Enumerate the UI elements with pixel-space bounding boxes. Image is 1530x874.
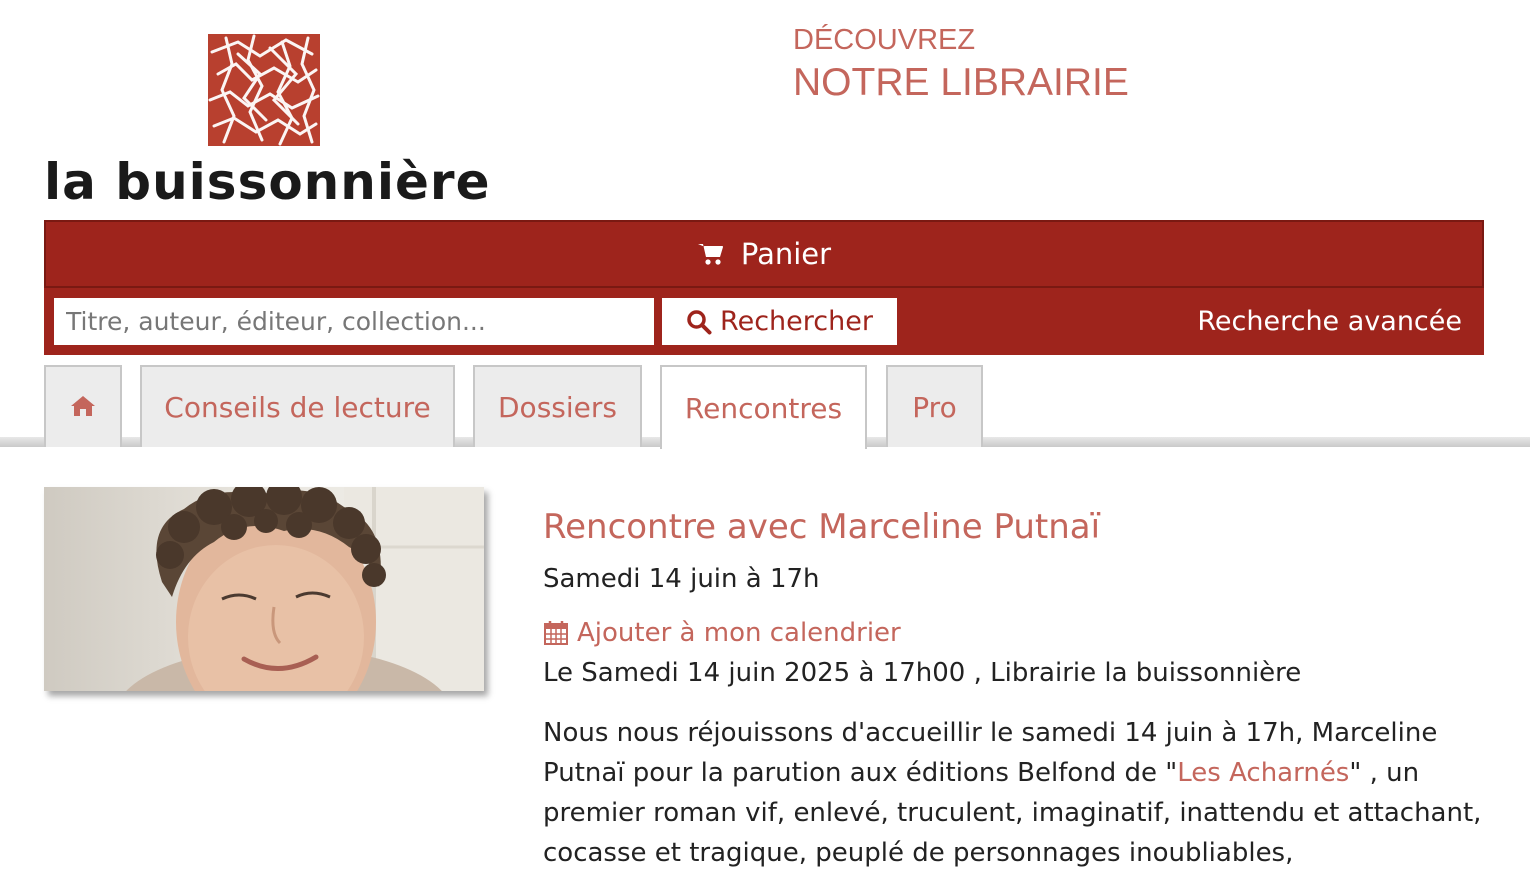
- add-to-calendar-link[interactable]: Ajouter à mon calendrier: [543, 615, 1493, 651]
- search-bar: Rechercher Recherche avancée: [44, 288, 1484, 355]
- tab-label: Dossiers: [498, 390, 617, 424]
- event-description: Nous nous réjouissons d'accueillir le sa…: [543, 713, 1493, 873]
- search-button[interactable]: Rechercher: [662, 298, 897, 345]
- tab-label: Conseils de lecture: [164, 390, 431, 424]
- tab-home[interactable]: [44, 365, 122, 447]
- shopping-cart-icon: [697, 242, 725, 266]
- discover-label: DÉCOUVREZ: [793, 24, 976, 56]
- tab-label: Pro: [912, 390, 957, 424]
- discover-library-link[interactable]: DÉCOUVREZ NOTRE LIBRAIRIE: [793, 22, 1129, 108]
- event-content: Rencontre avec Marceline Putnaï Samedi 1…: [543, 505, 1493, 873]
- advanced-search-link[interactable]: Recherche avancée: [1197, 302, 1462, 342]
- tab-label: Rencontres: [684, 391, 843, 425]
- our-library-label: NOTRE LIBRAIRIE: [793, 61, 1129, 104]
- brand-logo[interactable]: la buissonnière: [44, 30, 494, 211]
- event-title: Rencontre avec Marceline Putnaï: [543, 507, 1101, 547]
- search-button-label: Rechercher: [720, 306, 873, 337]
- author-photo: [44, 487, 484, 691]
- tab-dossiers[interactable]: Dossiers: [473, 365, 642, 447]
- search-input[interactable]: [54, 298, 654, 345]
- event-date: Samedi 14 juin à 17h: [543, 564, 820, 594]
- tab-conseils-de-lecture[interactable]: Conseils de lecture: [140, 365, 455, 447]
- brand-name: la buissonnière: [44, 153, 491, 211]
- cart-button[interactable]: Panier: [44, 220, 1484, 288]
- book-title-link[interactable]: Les Acharnés: [1177, 758, 1349, 788]
- calendar-icon: [543, 620, 569, 646]
- cart-label: Panier: [740, 237, 832, 271]
- add-to-calendar-label: Ajouter à mon calendrier: [577, 618, 901, 648]
- home-icon: [70, 391, 96, 424]
- event-place: Le Samedi 14 juin 2025 à 17h00 , Librair…: [543, 658, 1302, 688]
- tab-pro[interactable]: Pro: [886, 365, 983, 447]
- tab-rencontres[interactable]: Rencontres: [660, 365, 867, 449]
- search-icon: [686, 309, 712, 335]
- bramble-logo-icon: [208, 34, 320, 146]
